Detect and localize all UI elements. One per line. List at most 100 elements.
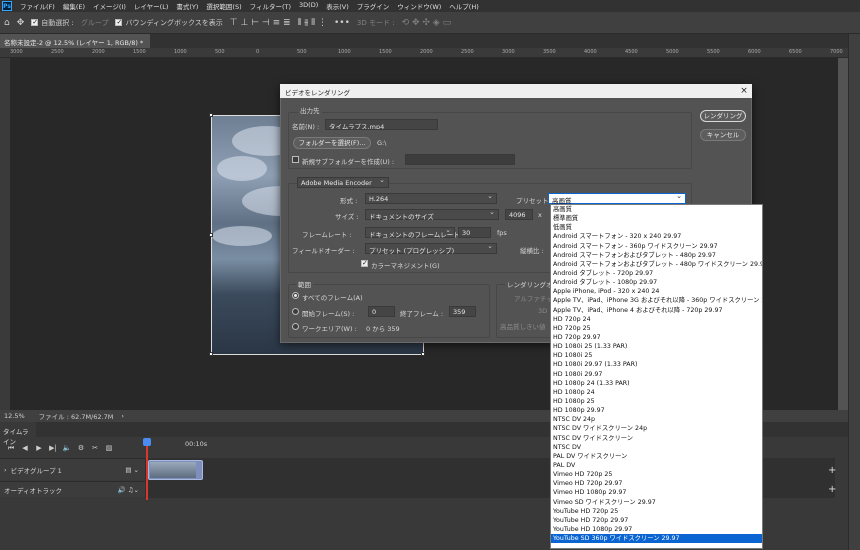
- menu-item[interactable]: プラグイン: [353, 1, 394, 11]
- settings-icon[interactable]: ⚙: [74, 444, 88, 452]
- home-icon[interactable]: ⌂: [4, 18, 10, 28]
- preset-option[interactable]: Vimeo HD 720p 29.97: [551, 479, 762, 488]
- transform-handle[interactable]: [421, 352, 425, 356]
- preset-option[interactable]: 標準画質: [551, 214, 762, 223]
- video-group-track[interactable]: › ビデオグループ 1 ▤ ⌄: [0, 458, 145, 480]
- right-panel-toolbar[interactable]: [848, 34, 860, 550]
- play-icon[interactable]: ▶: [32, 444, 46, 452]
- menu-item[interactable]: ヘルプ(H): [445, 1, 482, 11]
- preset-option[interactable]: PAL DV ワイドスクリーン: [551, 452, 762, 461]
- menu-item[interactable]: 編集(E): [59, 1, 89, 11]
- preset-option[interactable]: NTSC DV: [551, 443, 762, 452]
- menu-item[interactable]: フィルター(T): [246, 1, 295, 11]
- preset-option[interactable]: NTSC DV 24p: [551, 415, 762, 424]
- audio-track[interactable]: オーディオトラック 🔊 ♫⌄: [0, 481, 145, 497]
- preset-option[interactable]: Android スマートフォン - 360p ワイドスクリーン 29.97: [551, 242, 762, 251]
- framerate-input[interactable]: 30: [458, 227, 491, 238]
- preset-option[interactable]: Android タブレット - 720p 29.97: [551, 269, 762, 278]
- preset-option[interactable]: Apple TV、iPad、iPhone 3G およびそれ以降 - 360p ワ…: [551, 296, 762, 305]
- first-frame-icon[interactable]: ⏮: [4, 444, 18, 453]
- preset-option[interactable]: HD 1080p 29.97: [551, 406, 762, 415]
- preset-option[interactable]: Apple TV、iPad、iPhone 4 およびそれ以降 - 720p 29…: [551, 306, 762, 315]
- work-area-radio[interactable]: [292, 323, 299, 330]
- align-icons[interactable]: ⊤ ⊥ ⊢ ⊣ ≡ ≣: [230, 18, 291, 28]
- preset-option[interactable]: 高画質: [551, 205, 762, 214]
- preset-option[interactable]: PAL DV: [551, 461, 762, 470]
- transition-icon[interactable]: ▨: [102, 444, 116, 452]
- timeline-tab[interactable]: タイムライン: [0, 422, 36, 446]
- preset-option[interactable]: Android スマートフォンおよびタブレット - 480p ワイドスクリーン …: [551, 260, 762, 269]
- split-icon[interactable]: ✂: [88, 444, 102, 452]
- preset-option[interactable]: Android タブレット - 1080p 29.97: [551, 278, 762, 287]
- audio-icon[interactable]: 🔈: [60, 444, 74, 452]
- preset-option[interactable]: Android スマートフォンおよびタブレット - 480p 29.97: [551, 251, 762, 260]
- status-arrow-icon[interactable]: ›: [121, 412, 124, 420]
- next-frame-icon[interactable]: ▶|: [46, 444, 60, 452]
- preset-option[interactable]: YouTube HD 720p 29.97: [551, 516, 762, 525]
- start-frame-input[interactable]: 0: [368, 306, 395, 317]
- preset-option[interactable]: HD 720p 29.97: [551, 333, 762, 342]
- transform-handle[interactable]: [209, 233, 213, 237]
- 3d-tools-icons[interactable]: ⟲ ✥ ✣ ◈ ▭: [402, 18, 452, 28]
- preset-dropdown[interactable]: 高画質: [548, 192, 686, 205]
- render-button[interactable]: レンダリング: [700, 110, 746, 122]
- playhead-handle[interactable]: [143, 438, 151, 446]
- auto-select-checkbox[interactable]: [31, 18, 39, 26]
- start-frame-radio[interactable]: [292, 308, 299, 315]
- group-select[interactable]: グループ: [81, 18, 109, 28]
- preset-option[interactable]: HD 1080p 25: [551, 397, 762, 406]
- add-video-icon[interactable]: +: [828, 465, 836, 476]
- color-management-checkbox[interactable]: [361, 259, 368, 267]
- width-input[interactable]: 4096: [505, 209, 533, 220]
- add-audio-icon[interactable]: +: [828, 484, 836, 495]
- menu-item[interactable]: 3D(D): [295, 1, 322, 11]
- prev-frame-icon[interactable]: ◀: [18, 444, 32, 452]
- menu-item[interactable]: レイヤー(L): [130, 1, 173, 11]
- bounding-box-checkbox[interactable]: [115, 18, 123, 26]
- more-options-icon[interactable]: •••: [334, 18, 350, 28]
- film-icon[interactable]: ▤ ⌄: [125, 466, 139, 474]
- cancel-button[interactable]: キャンセル: [700, 129, 746, 141]
- format-dropdown[interactable]: H.264: [365, 192, 497, 204]
- preset-option[interactable]: Vimeo HD 1080p 29.97: [551, 488, 762, 497]
- preset-option[interactable]: HD 720p 25: [551, 324, 762, 333]
- preset-option[interactable]: YouTube HD 720p 25: [551, 507, 762, 516]
- preset-option[interactable]: HD 1080p 24 (1.33 PAR): [551, 379, 762, 388]
- all-frames-radio[interactable]: [292, 292, 299, 299]
- framerate-dropdown[interactable]: ドキュメントのフレームレート: [365, 226, 460, 239]
- preset-option[interactable]: YouTube HD 1080p 29.97: [551, 525, 762, 534]
- menu-item[interactable]: イメージ(I): [89, 1, 130, 11]
- menu-item[interactable]: 表示(V): [322, 1, 353, 11]
- preset-dropdown-list[interactable]: 高画質 標準画質 低画質 Android スマートフォン - 320 x 240 29…: [550, 204, 763, 549]
- menu-item[interactable]: ファイル(F): [16, 1, 59, 11]
- end-frame-input[interactable]: 359: [449, 306, 476, 317]
- select-folder-button[interactable]: フォルダーを選択(F)...: [293, 137, 371, 149]
- close-icon[interactable]: ×: [738, 85, 750, 97]
- menu-item[interactable]: ウィンドウ(W): [393, 1, 445, 11]
- subfolder-input[interactable]: [405, 154, 515, 165]
- distribute-icons[interactable]: ⫴ ⫵ ⦀ ⋮: [298, 18, 327, 28]
- preset-option[interactable]: Android スマートフォン - 320 x 240 29.97: [551, 232, 762, 241]
- preset-option[interactable]: HD 720p 24: [551, 315, 762, 324]
- preset-option[interactable]: 低画質: [551, 223, 762, 232]
- preset-option[interactable]: Apple iPhone, iPod - 320 x 240 24: [551, 287, 762, 296]
- transform-handle[interactable]: [209, 113, 213, 117]
- menu-item[interactable]: 書式(Y): [172, 1, 202, 11]
- field-order-dropdown[interactable]: プリセット (プログレッシブ): [365, 242, 497, 255]
- preset-option[interactable]: HD 1080i 25: [551, 351, 762, 360]
- preset-option[interactable]: YouTube SD 360p ワイドスクリーン 29.97: [551, 534, 762, 544]
- transform-handle[interactable]: [209, 352, 213, 356]
- new-subfolder-checkbox[interactable]: [292, 156, 299, 163]
- encoder-dropdown[interactable]: Adobe Media Encoder: [297, 176, 389, 188]
- preset-option[interactable]: NTSC DV ワイドスクリーン 24p: [551, 424, 762, 433]
- chevron-right-icon[interactable]: ›: [4, 466, 7, 474]
- size-dropdown[interactable]: ドキュメントのサイズ: [365, 208, 499, 221]
- bounding-box-option[interactable]: バウンディングボックスを表示: [115, 18, 223, 28]
- zoom-level[interactable]: 12.5%: [4, 412, 25, 420]
- preset-option[interactable]: HD 1080i 29.97: [551, 370, 762, 379]
- auto-select-option[interactable]: 自動選択 :: [31, 18, 74, 28]
- preset-option[interactable]: HD 1080i 29.97 (1.33 PAR): [551, 360, 762, 369]
- preset-option[interactable]: Vimeo SD ワイドスクリーン 29.97: [551, 498, 762, 507]
- speaker-icon[interactable]: 🔊 ♫⌄: [118, 486, 139, 494]
- document-tab[interactable]: 名称未設定-2 @ 12.5% (レイヤー 1, RGB/8) *: [0, 34, 150, 48]
